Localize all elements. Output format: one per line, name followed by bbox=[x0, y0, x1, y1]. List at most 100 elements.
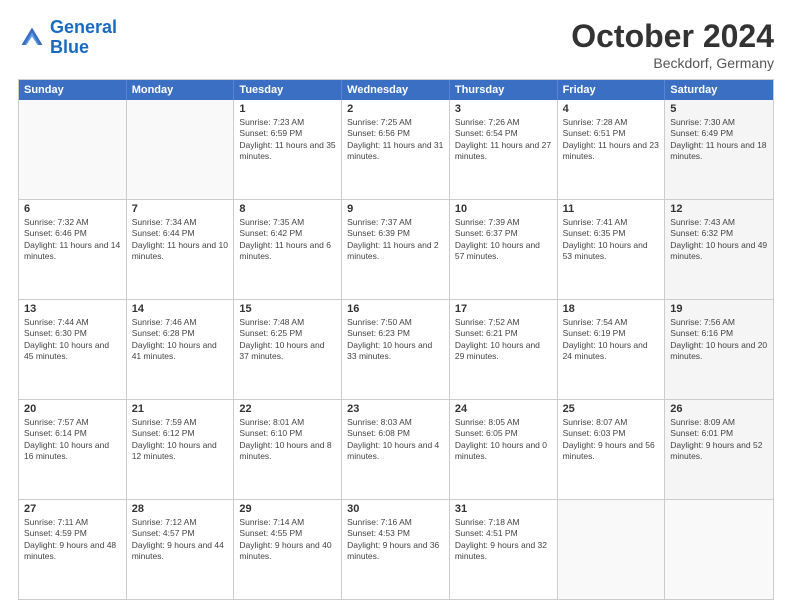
cell-info-14: Sunrise: 7:46 AM Sunset: 6:28 PM Dayligh… bbox=[132, 317, 229, 363]
cell-info-22: Sunrise: 8:01 AM Sunset: 6:10 PM Dayligh… bbox=[239, 417, 336, 463]
header: General Blue October 2024 Beckdorf, Germ… bbox=[18, 18, 774, 71]
day-number-16: 16 bbox=[347, 303, 444, 315]
cell-info-29: Sunrise: 7:14 AM Sunset: 4:55 PM Dayligh… bbox=[239, 517, 336, 563]
cell-info-26: Sunrise: 8:09 AM Sunset: 6:01 PM Dayligh… bbox=[670, 417, 768, 463]
cell-info-1: Sunrise: 7:23 AM Sunset: 6:59 PM Dayligh… bbox=[239, 117, 336, 163]
calendar-cell-3-2: 22Sunrise: 8:01 AM Sunset: 6:10 PM Dayli… bbox=[234, 400, 342, 499]
day-number-30: 30 bbox=[347, 503, 444, 515]
calendar-cell-2-1: 14 Sunrise: 7:46 AM Sunset: 6:28 PM Dayli… bbox=[127, 300, 235, 399]
calendar-header: Sunday Monday Tuesday Wednesday Thursday… bbox=[19, 80, 773, 100]
cell-info-19: Sunrise: 7:56 AM Sunset: 6:16 PM Dayligh… bbox=[670, 317, 768, 363]
calendar-cell-4-5 bbox=[558, 500, 666, 599]
cell-info-8: Sunrise: 7:35 AM Sunset: 6:42 PM Dayligh… bbox=[239, 217, 336, 263]
day-number-3: 3 bbox=[455, 103, 552, 115]
day-number-28: 28 bbox=[132, 503, 229, 515]
day-number-11: 11 bbox=[563, 203, 660, 215]
calendar-cell-1-2: 8 Sunrise: 7:35 AM Sunset: 6:42 PM Daylig… bbox=[234, 200, 342, 299]
cell-info-30: Sunrise: 7:16 AM Sunset: 4:53 PM Dayligh… bbox=[347, 517, 444, 563]
calendar-cell-4-3: 30 Sunrise: 7:16 AM Sunset: 4:53 PM Dayli… bbox=[342, 500, 450, 599]
weekday-saturday: Saturday bbox=[665, 80, 773, 100]
cell-info-9: Sunrise: 7:37 AM Sunset: 6:39 PM Dayligh… bbox=[347, 217, 444, 263]
day-number-18: 18 bbox=[563, 303, 660, 315]
cell-info-25: Sunrise: 8:07 AM Sunset: 6:03 PM Dayligh… bbox=[563, 417, 660, 463]
day-number-29: 29 bbox=[239, 503, 336, 515]
day-number-8: 8 bbox=[239, 203, 336, 215]
calendar-cell-2-3: 16 Sunrise: 7:50 AM Sunset: 6:23 PM Dayli… bbox=[342, 300, 450, 399]
logo: General Blue bbox=[18, 18, 117, 58]
day-number-15: 15 bbox=[239, 303, 336, 315]
weekday-tuesday: Tuesday bbox=[234, 80, 342, 100]
day-number-1: 1 bbox=[239, 103, 336, 115]
calendar-cell-4-0: 27Sunrise: 7:11 AM Sunset: 4:59 PM Dayli… bbox=[19, 500, 127, 599]
calendar-cell-3-1: 21Sunrise: 7:59 AM Sunset: 6:12 PM Dayli… bbox=[127, 400, 235, 499]
day-number-26: 26 bbox=[670, 403, 768, 415]
day-number-27: 27 bbox=[24, 503, 121, 515]
cell-info-3: Sunrise: 7:26 AM Sunset: 6:54 PM Dayligh… bbox=[455, 117, 552, 163]
calendar-cell-1-1: 7 Sunrise: 7:34 AM Sunset: 6:44 PM Daylig… bbox=[127, 200, 235, 299]
cell-info-7: Sunrise: 7:34 AM Sunset: 6:44 PM Dayligh… bbox=[132, 217, 229, 263]
cell-info-5: Sunrise: 7:30 AM Sunset: 6:49 PM Dayligh… bbox=[670, 117, 768, 163]
cell-info-11: Sunrise: 7:41 AM Sunset: 6:35 PM Dayligh… bbox=[563, 217, 660, 263]
day-number-12: 12 bbox=[670, 203, 768, 215]
calendar-row-0: 1 Sunrise: 7:23 AM Sunset: 6:59 PM Daylig… bbox=[19, 100, 773, 199]
calendar-cell-3-5: 25 Sunrise: 8:07 AM Sunset: 6:03 PM Dayli… bbox=[558, 400, 666, 499]
day-number-24: 24 bbox=[455, 403, 552, 415]
day-number-14: 14 bbox=[132, 303, 229, 315]
day-number-25: 25 bbox=[563, 403, 660, 415]
calendar-cell-1-5: 11 Sunrise: 7:41 AM Sunset: 6:35 PM Dayli… bbox=[558, 200, 666, 299]
cell-info-13: Sunrise: 7:44 AM Sunset: 6:30 PM Dayligh… bbox=[24, 317, 121, 363]
cell-info-16: Sunrise: 7:50 AM Sunset: 6:23 PM Dayligh… bbox=[347, 317, 444, 363]
day-number-9: 9 bbox=[347, 203, 444, 215]
calendar-cell-1-6: 12 Sunrise: 7:43 AM Sunset: 6:32 PM Dayli… bbox=[665, 200, 773, 299]
calendar-cell-2-6: 19 Sunrise: 7:56 AM Sunset: 6:16 PM Dayli… bbox=[665, 300, 773, 399]
day-number-4: 4 bbox=[563, 103, 660, 115]
calendar-cell-2-0: 13 Sunrise: 7:44 AM Sunset: 6:30 PM Dayli… bbox=[19, 300, 127, 399]
cell-info-18: Sunrise: 7:54 AM Sunset: 6:19 PM Dayligh… bbox=[563, 317, 660, 363]
weekday-friday: Friday bbox=[558, 80, 666, 100]
calendar-cell-1-3: 9 Sunrise: 7:37 AM Sunset: 6:39 PM Daylig… bbox=[342, 200, 450, 299]
calendar-cell-2-2: 15 Sunrise: 7:48 AM Sunset: 6:25 PM Dayli… bbox=[234, 300, 342, 399]
logo-blue: Blue bbox=[50, 37, 89, 57]
day-number-6: 6 bbox=[24, 203, 121, 215]
calendar-cell-4-6 bbox=[665, 500, 773, 599]
cell-info-6: Sunrise: 7:32 AM Sunset: 6:46 PM Dayligh… bbox=[24, 217, 121, 263]
calendar-cell-1-0: 6 Sunrise: 7:32 AM Sunset: 6:46 PM Daylig… bbox=[19, 200, 127, 299]
day-number-7: 7 bbox=[132, 203, 229, 215]
calendar-cell-2-5: 18 Sunrise: 7:54 AM Sunset: 6:19 PM Dayli… bbox=[558, 300, 666, 399]
weekday-thursday: Thursday bbox=[450, 80, 558, 100]
calendar-cell-4-2: 29 Sunrise: 7:14 AM Sunset: 4:55 PM Dayli… bbox=[234, 500, 342, 599]
day-number-13: 13 bbox=[24, 303, 121, 315]
cell-info-2: Sunrise: 7:25 AM Sunset: 6:56 PM Dayligh… bbox=[347, 117, 444, 163]
cell-info-15: Sunrise: 7:48 AM Sunset: 6:25 PM Dayligh… bbox=[239, 317, 336, 363]
calendar-cell-4-4: 31Sunrise: 7:18 AM Sunset: 4:51 PM Dayli… bbox=[450, 500, 558, 599]
weekday-sunday: Sunday bbox=[19, 80, 127, 100]
calendar-cell-3-0: 20 Sunrise: 7:57 AM Sunset: 6:14 PM Dayli… bbox=[19, 400, 127, 499]
cell-info-10: Sunrise: 7:39 AM Sunset: 6:37 PM Dayligh… bbox=[455, 217, 552, 263]
day-number-10: 10 bbox=[455, 203, 552, 215]
weekday-wednesday: Wednesday bbox=[342, 80, 450, 100]
month-title: October 2024 bbox=[571, 18, 774, 55]
calendar-cell-0-1 bbox=[127, 100, 235, 199]
cell-info-17: Sunrise: 7:52 AM Sunset: 6:21 PM Dayligh… bbox=[455, 317, 552, 363]
calendar-cell-0-5: 4Sunrise: 7:28 AM Sunset: 6:51 PM Daylig… bbox=[558, 100, 666, 199]
page: General Blue October 2024 Beckdorf, Germ… bbox=[0, 0, 792, 612]
logo-general: General bbox=[50, 17, 117, 37]
cell-info-23: Sunrise: 8:03 AM Sunset: 6:08 PM Dayligh… bbox=[347, 417, 444, 463]
calendar-cell-0-4: 3 Sunrise: 7:26 AM Sunset: 6:54 PM Daylig… bbox=[450, 100, 558, 199]
day-number-2: 2 bbox=[347, 103, 444, 115]
cell-info-28: Sunrise: 7:12 AM Sunset: 4:57 PM Dayligh… bbox=[132, 517, 229, 563]
calendar-cell-3-4: 24Sunrise: 8:05 AM Sunset: 6:05 PM Dayli… bbox=[450, 400, 558, 499]
cell-info-12: Sunrise: 7:43 AM Sunset: 6:32 PM Dayligh… bbox=[670, 217, 768, 263]
calendar: Sunday Monday Tuesday Wednesday Thursday… bbox=[18, 79, 774, 600]
calendar-cell-0-0 bbox=[19, 100, 127, 199]
day-number-20: 20 bbox=[24, 403, 121, 415]
day-number-17: 17 bbox=[455, 303, 552, 315]
cell-info-20: Sunrise: 7:57 AM Sunset: 6:14 PM Dayligh… bbox=[24, 417, 121, 463]
calendar-row-1: 6 Sunrise: 7:32 AM Sunset: 6:46 PM Daylig… bbox=[19, 199, 773, 299]
day-number-19: 19 bbox=[670, 303, 768, 315]
day-number-23: 23 bbox=[347, 403, 444, 415]
calendar-cell-3-3: 23 Sunrise: 8:03 AM Sunset: 6:08 PM Dayli… bbox=[342, 400, 450, 499]
calendar-cell-0-3: 2 Sunrise: 7:25 AM Sunset: 6:56 PM Daylig… bbox=[342, 100, 450, 199]
day-number-5: 5 bbox=[670, 103, 768, 115]
calendar-row-4: 27Sunrise: 7:11 AM Sunset: 4:59 PM Dayli… bbox=[19, 499, 773, 599]
